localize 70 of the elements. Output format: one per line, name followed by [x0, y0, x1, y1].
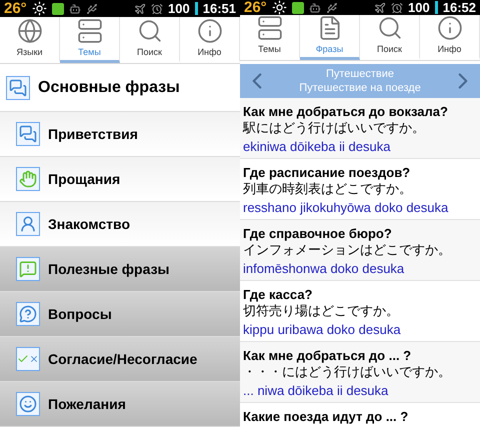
phrase-japanese: 列車の時刻表はどこですか。 — [243, 180, 413, 198]
topic-item[interactable]: Согласие/Несогласие — [0, 337, 240, 382]
android-icon — [68, 2, 81, 15]
topic-icon — [16, 257, 40, 281]
phrase-romaji: ... niwa dōikeba ii desuka — [243, 382, 390, 398]
battery-level: 100 — [168, 2, 190, 16]
usb-icon — [86, 2, 98, 15]
tab-icon — [136, 18, 162, 44]
tab[interactable]: Поиск — [360, 15, 420, 60]
topic-icon — [16, 302, 40, 326]
phrase-romaji: ekiniwa dōikeba ii desuka — [243, 138, 392, 154]
phrase-russian: Какие поезда идут до ... ? — [243, 408, 410, 424]
temperature: 26° — [4, 1, 27, 16]
tab-icon — [16, 18, 42, 44]
tab-icon — [436, 15, 462, 41]
tab-icon — [196, 18, 222, 44]
phrase-row[interactable]: Как мне добраться до вокзала? 駅にはどう行けばいいですか。 ekiniwa dōikeba ii desuka — [240, 98, 480, 158]
tab[interactable]: Поиск — [120, 17, 180, 63]
cube-icon — [52, 2, 64, 15]
topic-item[interactable]: Вопросы — [0, 292, 240, 337]
phrase-romaji: resshano jikokuhyōwa doko desuka — [243, 198, 450, 216]
tab-icon — [376, 15, 402, 41]
battery-level: 100 — [408, 1, 430, 14]
topic-item[interactable]: Знакомство — [0, 202, 240, 247]
cube-icon — [292, 2, 304, 14]
usb-icon — [326, 2, 338, 14]
topic-icon — [6, 76, 30, 100]
tab[interactable]: Инфо — [420, 15, 480, 60]
topic-item[interactable]: Прощания — [0, 157, 240, 202]
alarm-icon — [151, 2, 164, 15]
phrase-russian: Где касса? — [243, 286, 314, 302]
phrase-row[interactable]: Как мне добраться до ... ? ・・・にはどう行けばいいですか。 ... niwa dōikeba ii desuka — [240, 342, 480, 402]
phrase-japanese: インフォメーションはどこですか。 — [243, 242, 452, 260]
phrase-japanese: ・・・にはどう行けばいいですか。 — [243, 364, 452, 382]
phrase-romaji: kippu uribawa doko desuka — [243, 320, 402, 338]
clock: 16:51 — [202, 2, 236, 16]
phrase-japanese: 切符売り場はどこですか。 — [243, 302, 400, 320]
phrase-row[interactable]: Какие поезда идут до ... ? — [240, 402, 480, 427]
phrase-russian: Как мне добраться до вокзала? — [243, 102, 449, 120]
tab[interactable]: Темы — [240, 15, 300, 60]
topic-item[interactable]: Полезные фразы — [0, 247, 240, 292]
android-icon — [308, 2, 321, 14]
airplane-icon — [134, 2, 146, 15]
category-subtitle: Путешествие на поезде — [299, 80, 421, 94]
phrase-russian: Где справочное бюро? — [243, 224, 393, 242]
check-cross-icon — [16, 347, 40, 371]
battery-icon — [434, 1, 438, 14]
tab[interactable]: Языки — [0, 17, 60, 63]
battery-icon — [194, 2, 198, 16]
clock: 16:52 — [442, 1, 476, 14]
phrase-row[interactable]: Где расписание поездов? 列車の時刻表はどこですか。 resshano jikokuhyōwa doko desuka — [240, 158, 480, 220]
topic-item[interactable]: Пожелания — [0, 382, 240, 427]
tab[interactable]: Фразы — [300, 15, 360, 60]
phrase-russian: Где расписание поездов? — [243, 164, 412, 180]
topic-item[interactable]: Приветствия — [0, 112, 240, 157]
phrase-russian: Как мне добраться до ... ? — [243, 346, 412, 364]
tab-icon — [256, 15, 282, 41]
topic-icon — [16, 392, 40, 416]
temperature: 26° — [244, 0, 267, 15]
topic-icon — [16, 122, 40, 146]
topic-icon — [16, 212, 40, 236]
phrase-japanese: 駅にはどう行けばいいですか。 — [243, 120, 426, 138]
category-title: Путешествие — [326, 66, 394, 80]
tab-icon — [76, 18, 102, 44]
topic-icon — [16, 167, 40, 191]
phrase-row[interactable]: Где касса? 切符売り場はどこですか。 kippu uribawa doko desuka — [240, 280, 480, 342]
airplane-icon — [374, 2, 386, 14]
phrase-romaji: infomēshonwa doko desuka — [243, 260, 406, 276]
alarm-icon — [391, 2, 404, 14]
phrase-row[interactable]: Где справочное бюро? インフォメーションはどこですか。 infomēshonwa doko desuka — [240, 220, 480, 280]
